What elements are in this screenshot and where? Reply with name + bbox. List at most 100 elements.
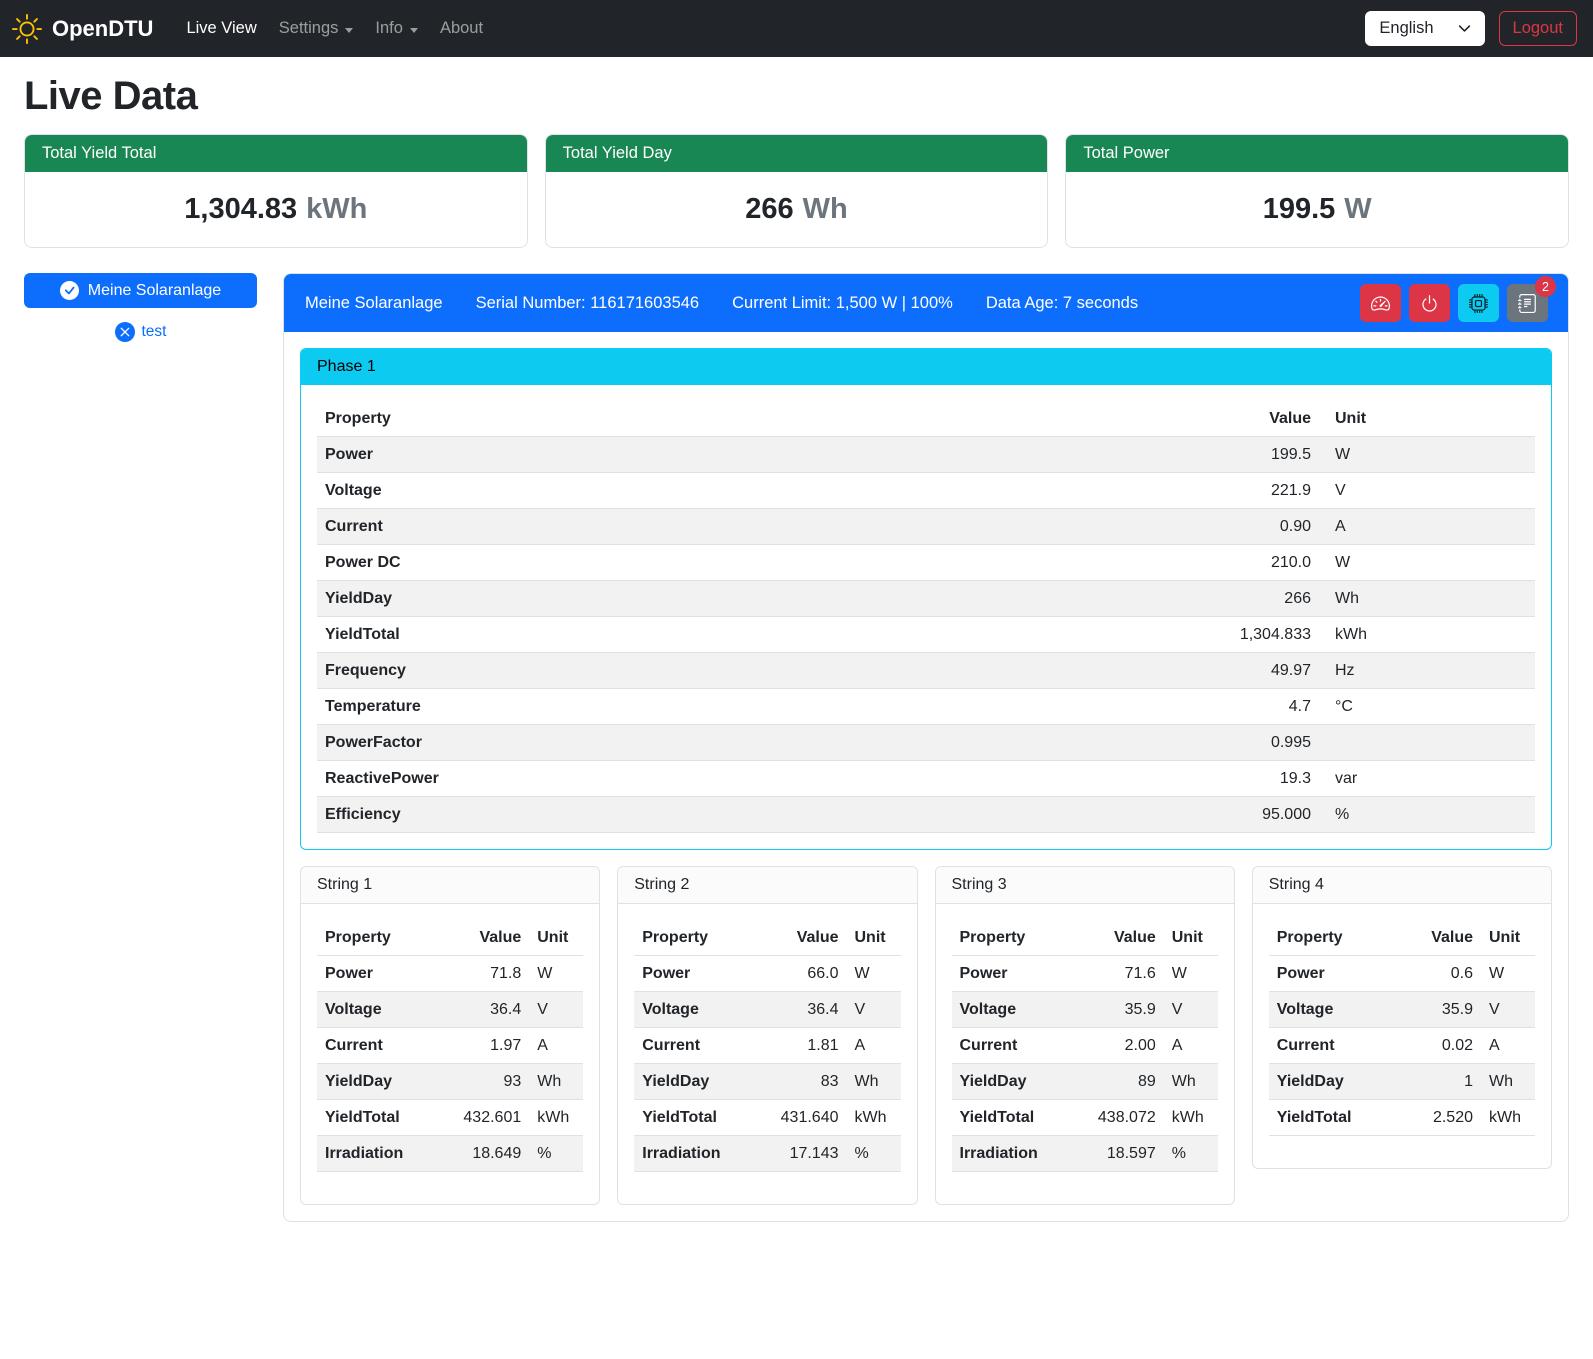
value-cell: 89 (1080, 1064, 1164, 1100)
value-cell: 18.649 (445, 1136, 529, 1172)
phase-panel: Phase 1 Property Value Unit Power199.5WV… (300, 348, 1552, 850)
nav-item-label: Info (375, 19, 403, 38)
unit-cell: Wh (529, 1064, 583, 1100)
summary-card-total-yield-total: Total Yield Total1,304.83kWh (24, 134, 528, 248)
value-cell: 432.601 (445, 1100, 529, 1136)
device-info-button[interactable] (1458, 284, 1499, 322)
string-table-header-row: PropertyValueUnit (634, 920, 900, 956)
column-header-value: Value (445, 920, 529, 956)
unit-cell: Wh (847, 1064, 901, 1100)
column-header-value: Value (1212, 401, 1327, 437)
power-button[interactable] (1409, 284, 1450, 322)
table-row: Power66.0W (634, 956, 900, 992)
value-cell: 266 (1212, 581, 1327, 617)
column-header-property: Property (952, 920, 1080, 956)
unit-cell: W (529, 956, 583, 992)
property-cell: Irradiation (952, 1136, 1080, 1172)
property-cell: Efficiency (317, 797, 1212, 833)
nav-item-live-view[interactable]: Live View (175, 11, 267, 46)
logout-button[interactable]: Logout (1499, 11, 1577, 46)
summary-card-title: Total Power (1066, 135, 1568, 172)
value-cell: 66.0 (763, 956, 847, 992)
nav-item-label: About (440, 19, 483, 38)
summary-card-body: 266Wh (546, 172, 1048, 247)
column-header-value: Value (1397, 920, 1481, 956)
string-card-body: PropertyValueUnitPower71.6WVoltage35.9VC… (936, 904, 1234, 1204)
table-row: Current0.90A (317, 509, 1535, 545)
string-card-body: PropertyValueUnitPower66.0WVoltage36.4VC… (618, 904, 916, 1204)
unit-cell: Wh (1481, 1064, 1535, 1100)
property-cell: YieldTotal (317, 1100, 445, 1136)
phase-panel-title: Phase 1 (301, 349, 1551, 385)
summary-card-value: 199.5 (1263, 193, 1336, 225)
table-row: Irradiation18.597% (952, 1136, 1218, 1172)
value-cell: 0.02 (1397, 1028, 1481, 1064)
table-row: Voltage35.9V (952, 992, 1218, 1028)
unit-cell: W (1327, 545, 1535, 581)
property-cell: YieldDay (1269, 1064, 1397, 1100)
brand[interactable]: OpenDTU (12, 14, 153, 44)
unit-cell: kWh (1481, 1100, 1535, 1136)
table-row: YieldDay1Wh (1269, 1064, 1535, 1100)
summary-cards-row: Total Yield Total1,304.83kWhTotal Yield … (24, 134, 1569, 248)
table-row: Irradiation17.143% (634, 1136, 900, 1172)
table-row: YieldTotal431.640kWh (634, 1100, 900, 1136)
inverter-data-age: Data Age: 7 seconds (986, 294, 1138, 313)
inverter-select-button-test[interactable]: test (24, 322, 257, 342)
property-cell: Temperature (317, 689, 1212, 725)
dropdown-caret-icon (345, 28, 353, 33)
language-select[interactable]: English (1365, 11, 1484, 46)
table-row: Power DC210.0W (317, 545, 1535, 581)
property-cell: YieldTotal (1269, 1100, 1397, 1136)
inverter-limit: Current Limit: 1,500 W | 100% (732, 294, 953, 313)
property-cell: Power (952, 956, 1080, 992)
nav-item-about[interactable]: About (429, 11, 494, 46)
summary-card-title: Total Yield Total (25, 135, 527, 172)
property-cell: YieldTotal (634, 1100, 762, 1136)
table-row: Current1.81A (634, 1028, 900, 1064)
table-row: YieldTotal2.520kWh (1269, 1100, 1535, 1136)
unit-cell: V (529, 992, 583, 1028)
table-row: Current0.02A (1269, 1028, 1535, 1064)
string-table: PropertyValueUnitPower71.6WVoltage35.9VC… (952, 920, 1218, 1172)
column-header-property: Property (634, 920, 762, 956)
nav-item-settings[interactable]: Settings (268, 11, 365, 46)
table-row: Voltage36.4V (317, 992, 583, 1028)
property-cell: Power (1269, 956, 1397, 992)
table-row: Frequency49.97Hz (317, 653, 1535, 689)
value-cell: 0.995 (1212, 725, 1327, 761)
table-row: YieldTotal1,304.833kWh (317, 617, 1535, 653)
value-cell: 36.4 (445, 992, 529, 1028)
phase-panel-body: Property Value Unit Power199.5WVoltage22… (301, 385, 1551, 849)
sun-icon (12, 14, 42, 44)
table-row: Current1.97A (317, 1028, 583, 1064)
string-card-string-3: String 3PropertyValueUnitPower71.6WVolta… (935, 866, 1235, 1205)
inverter-select-button-meine-solaranlage[interactable]: Meine Solaranlage (24, 273, 257, 308)
event-log-button[interactable]: 2 (1507, 284, 1548, 322)
unit-cell: % (847, 1136, 901, 1172)
column-header-unit: Unit (1327, 401, 1535, 437)
property-cell: Current (317, 509, 1212, 545)
value-cell: 0.6 (1397, 956, 1481, 992)
value-cell: 221.9 (1212, 473, 1327, 509)
nav-item-info[interactable]: Info (364, 11, 429, 46)
property-cell: Irradiation (317, 1136, 445, 1172)
dropdown-caret-icon (410, 28, 418, 33)
property-cell: Voltage (634, 992, 762, 1028)
table-row: ReactivePower19.3var (317, 761, 1535, 797)
property-cell: YieldDay (317, 1064, 445, 1100)
table-row: Efficiency95.000% (317, 797, 1535, 833)
property-cell: Current (317, 1028, 445, 1064)
property-cell: Irradiation (634, 1136, 762, 1172)
unit-cell: A (1481, 1028, 1535, 1064)
column-header-unit: Unit (1164, 920, 1218, 956)
phase-table-header-row: Property Value Unit (317, 401, 1535, 437)
page-title: Live Data (24, 74, 1569, 119)
string-card-string-2: String 2PropertyValueUnitPower66.0WVolta… (617, 866, 917, 1205)
brand-label: OpenDTU (52, 16, 153, 42)
limit-settings-button[interactable] (1360, 284, 1401, 322)
string-table: PropertyValueUnitPower0.6WVoltage35.9VCu… (1269, 920, 1535, 1136)
inverter-body: Phase 1 Property Value Unit Power199.5WV… (284, 332, 1568, 1221)
inverter-card: Meine Solaranlage Serial Number: 1161716… (283, 273, 1569, 1222)
navbar: OpenDTU Live ViewSettings Info About Engli… (0, 0, 1593, 57)
